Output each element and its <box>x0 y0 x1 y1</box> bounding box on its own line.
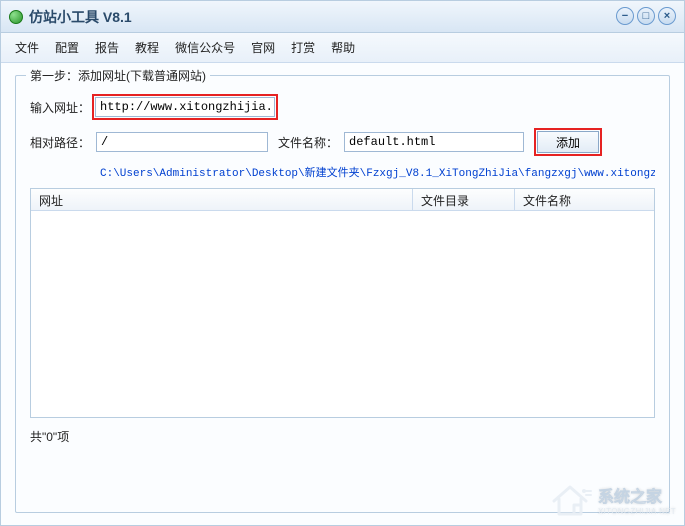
col-url[interactable]: 网址 <box>31 189 413 210</box>
titlebar: 仿站小工具 V8.1 − □ × <box>1 1 684 33</box>
menu-wechat[interactable]: 微信公众号 <box>175 39 235 56</box>
file-label: 文件名称： <box>278 134 338 151</box>
close-button[interactable]: × <box>658 7 676 25</box>
window-controls: − □ × <box>616 7 676 25</box>
watermark: 系统之家 XITONGZHIJIA.NET <box>548 479 676 519</box>
step1-group: 第一步：添加网址(下载普通网站) 输入网址： 相对路径： 文件名称： 添加 C:… <box>15 75 670 513</box>
item-count: 共"0"项 <box>30 428 655 445</box>
add-button[interactable]: 添加 <box>537 131 599 153</box>
app-icon <box>9 10 23 24</box>
table-body[interactable] <box>31 211 654 417</box>
minimize-button[interactable]: − <box>616 7 634 25</box>
watermark-text: 系统之家 XITONGZHIJIA.NET <box>598 483 676 516</box>
file-input[interactable] <box>344 132 524 152</box>
save-path-display: C:\Users\Administrator\Desktop\新建文件夹\Fzx… <box>100 164 655 180</box>
url-label: 输入网址： <box>30 99 90 116</box>
path-label: 相对路径： <box>30 134 90 151</box>
url-row: 输入网址： <box>30 94 655 120</box>
path-row: 相对路径： 文件名称： 添加 <box>30 128 655 156</box>
path-input[interactable] <box>96 132 268 152</box>
menubar: 文件 配置 报告 教程 微信公众号 官网 打赏 帮助 <box>1 33 684 63</box>
maximize-button[interactable]: □ <box>637 7 655 25</box>
menu-donate[interactable]: 打赏 <box>291 39 315 56</box>
group-legend: 第一步：添加网址(下载普通网站) <box>26 67 210 84</box>
url-input[interactable] <box>95 97 275 117</box>
menu-file[interactable]: 文件 <box>15 39 39 56</box>
col-dir[interactable]: 文件目录 <box>413 189 515 210</box>
table-header: 网址 文件目录 文件名称 <box>31 189 654 211</box>
watermark-cn: 系统之家 <box>598 483 676 507</box>
url-table: 网址 文件目录 文件名称 <box>30 188 655 418</box>
menu-report[interactable]: 报告 <box>95 39 119 56</box>
house-icon <box>548 479 592 519</box>
add-highlight: 添加 <box>534 128 602 156</box>
col-name[interactable]: 文件名称 <box>515 189 654 210</box>
menu-help[interactable]: 帮助 <box>331 39 355 56</box>
watermark-en: XITONGZHIJIA.NET <box>598 507 676 516</box>
window-title: 仿站小工具 V8.1 <box>29 7 132 27</box>
client-area: 第一步：添加网址(下载普通网站) 输入网址： 相对路径： 文件名称： 添加 C:… <box>1 63 684 525</box>
url-highlight <box>92 94 278 120</box>
menu-website[interactable]: 官网 <box>251 39 275 56</box>
menu-tutorial[interactable]: 教程 <box>135 39 159 56</box>
menu-config[interactable]: 配置 <box>55 39 79 56</box>
